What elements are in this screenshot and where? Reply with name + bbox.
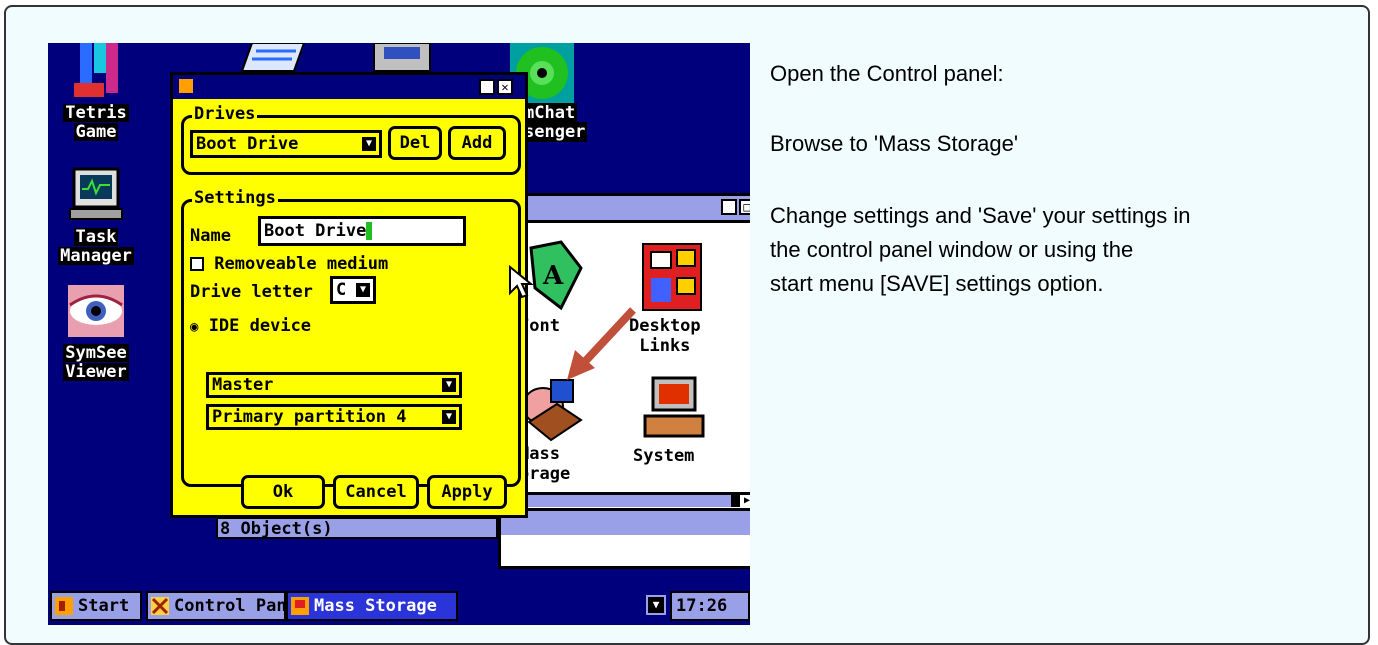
instruction-step-3-line1: Change settings and 'Save' your settings… <box>770 203 1191 228</box>
cassette-icon <box>373 43 431 72</box>
app-icon <box>179 79 193 93</box>
desktop-links-icon <box>642 243 702 311</box>
dialog-titlebar[interactable]: _ ✕ <box>173 75 525 99</box>
master-select[interactable]: Master ▼ <box>206 372 462 398</box>
symsee-label-line2: Viewer <box>63 362 129 382</box>
mass-storage-small-icon <box>291 597 309 615</box>
instruction-step-1: Open the Control panel: <box>770 61 1004 86</box>
minimize-button[interactable]: _ <box>721 199 737 215</box>
del-button[interactable]: Del <box>388 126 442 160</box>
name-label: Name <box>190 226 231 246</box>
control-panel-titlebar[interactable]: _ □ <box>501 196 750 223</box>
start-label: Start <box>78 596 130 616</box>
radio-selected-icon: ◉ <box>190 319 199 335</box>
chevron-down-icon: ▼ <box>356 283 370 297</box>
tetris-label-line2: Game <box>73 122 119 142</box>
name-field-value: Boot Drive <box>264 221 367 241</box>
chat-label-line2: senger <box>522 122 588 142</box>
taskbar: Start Control Pane Mass Storage ▼ 17:26 <box>48 591 750 625</box>
partition-select[interactable]: Primary partition 4 ▼ <box>206 404 462 430</box>
tray-dropdown-icon[interactable]: ▼ <box>646 595 666 615</box>
status-bar: 8 Object(s) <box>216 517 498 539</box>
symbos-screenshot: Tetris Game Task Manager SymSee Viewer m… <box>48 43 750 625</box>
dialog-close-button[interactable]: ✕ <box>497 79 513 95</box>
control-panel-icon <box>151 597 169 615</box>
chevron-down-icon: ▼ <box>442 410 456 424</box>
desktop-icon-task-manager[interactable]: Task Manager <box>48 167 144 265</box>
ok-button[interactable]: Ok <box>241 475 325 509</box>
symsee-label-line1: SymSee <box>63 343 129 363</box>
removable-label: Removeable medium <box>214 254 389 274</box>
text-cursor <box>366 222 373 240</box>
chevron-down-icon: ▼ <box>442 378 456 392</box>
drive-select-value: Boot Drive <box>196 134 299 154</box>
removable-checkbox[interactable]: Removeable medium <box>190 254 388 274</box>
cancel-button[interactable]: Cancel <box>333 475 419 509</box>
drives-group: Drives Boot Drive ▼ Del Add <box>181 104 521 175</box>
desktop-icon-tetris[interactable]: Tetris Game <box>48 43 144 141</box>
drive-letter-select[interactable]: C ▼ <box>330 276 376 304</box>
name-field[interactable]: Boot Drive <box>258 216 466 246</box>
chevron-down-icon: ▼ <box>362 137 376 151</box>
task-mass-storage[interactable]: Mass Storage <box>286 591 458 621</box>
pointer-arrow-icon <box>567 307 636 380</box>
mass-storage-dialog: _ ✕ Drives Boot Drive ▼ Del Add Settings… <box>170 72 528 518</box>
dialog-minimize-button[interactable]: _ <box>479 79 495 95</box>
desktop-icon-chat[interactable]: mChat senger <box>522 103 588 142</box>
drive-letter-value: C <box>336 280 347 300</box>
monitor-icon <box>69 167 123 220</box>
settings-group: Settings Name Boot Drive Removeable medi… <box>181 188 521 487</box>
chat-label-line1: mChat <box>522 103 578 123</box>
mouse-cursor-icon <box>509 265 534 299</box>
apply-button[interactable]: Apply <box>427 475 507 509</box>
partition-value: Primary partition 4 <box>212 407 407 427</box>
horizontal-scrollbar[interactable]: ▶ <box>501 492 750 507</box>
drive-select[interactable]: Boot Drive ▼ <box>190 130 382 158</box>
ide-radio[interactable]: ◉ IDE device <box>190 316 311 337</box>
notepad-icon <box>240 43 306 72</box>
task2-label: Mass Storage <box>314 596 437 616</box>
svg-text:A: A <box>542 261 564 291</box>
task-manager-label-line2: Manager <box>58 246 134 266</box>
desktop-icon-symsee[interactable]: SymSee Viewer <box>48 283 144 381</box>
system-icon <box>643 376 705 438</box>
checkbox-icon <box>190 257 204 271</box>
instruction-step-2: Browse to 'Mass Storage' <box>770 131 1019 156</box>
instruction-step-3-line2: the control panel window or using the <box>770 237 1134 262</box>
start-button[interactable]: Start <box>50 591 142 621</box>
instruction-step-3-line3: start menu [SAVE] settings option. <box>770 271 1104 296</box>
tetris-icon <box>74 43 118 97</box>
tetris-label-line1: Tetris <box>63 103 129 123</box>
eye-icon <box>68 285 124 337</box>
mass-storage-icon <box>522 379 583 442</box>
tutorial-card: Tetris Game Task Manager SymSee Viewer m… <box>4 5 1370 645</box>
clock: 17:26 <box>670 591 750 621</box>
drive-letter-label: Drive letter <box>190 282 313 302</box>
maximize-button[interactable]: □ <box>739 199 750 215</box>
task1-label: Control Pane <box>174 596 286 616</box>
add-button[interactable]: Add <box>448 126 506 160</box>
drives-title: Drives <box>192 104 258 124</box>
master-value: Master <box>212 375 274 395</box>
control-panel-window: _ □ A Font Desktop Links Mass orage Syst… <box>498 193 750 569</box>
settings-title: Settings <box>192 188 278 208</box>
scroll-right-icon[interactable]: ▶ <box>740 495 750 507</box>
cp-item-system[interactable]: System <box>633 446 694 466</box>
task-control-panel[interactable]: Control Pane <box>146 591 286 621</box>
ide-label: IDE device <box>208 316 312 336</box>
task-manager-label-line1: Task <box>73 227 119 247</box>
start-icon <box>55 597 73 615</box>
